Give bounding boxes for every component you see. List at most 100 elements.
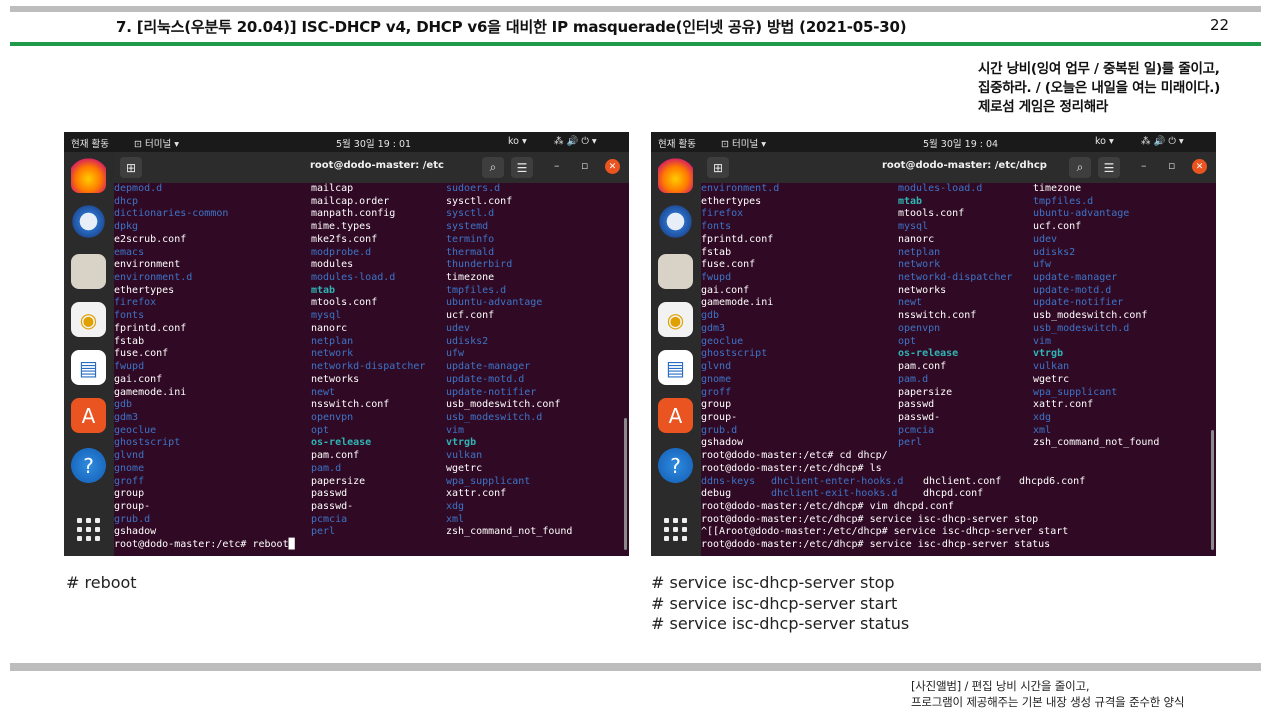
file-entry: pam.d (898, 373, 929, 385)
show-apps-icon[interactable] (664, 518, 688, 542)
terminal-line: root@dodo-master:/etc/dhcp# vim dhcpd.co… (701, 501, 1210, 514)
hamburger-menu-icon[interactable]: ☰ (1098, 157, 1120, 178)
terminal-scrollbar[interactable] (624, 418, 627, 550)
activities-button[interactable]: 현재 활동 (658, 136, 696, 150)
file-entry: dhclient-enter-hooks.d (771, 475, 904, 487)
terminal-line: gai.conf networks update-motd.d (114, 374, 623, 387)
minimize-icon[interactable]: – (554, 159, 560, 172)
terminal-app-menu[interactable]: ⊡ 터미널 ▾ (134, 136, 179, 150)
terminal-line: fuse.conf network ufw (114, 348, 623, 361)
file-entry: perl (898, 437, 923, 449)
file-entry: openvpn (311, 411, 354, 423)
file-entry: dpkg (114, 221, 139, 233)
file-entry: vulkan (1033, 361, 1070, 373)
file-entry: modprobe.d (311, 246, 372, 258)
dock: ◉ ▤ A? (64, 152, 114, 556)
terminal-line: fstab netplan udisks2 (114, 336, 623, 349)
maximize-icon[interactable]: ▫ (1168, 159, 1175, 172)
thunderbird-icon[interactable] (71, 204, 106, 239)
terminal-line: root@dodo-master:/etc# reboot█ (114, 539, 623, 552)
file-entry: nanorc (898, 233, 935, 245)
file-entry: mime.types (311, 221, 372, 233)
terminal-line: firefox mtools.conf ubuntu-advantage (114, 297, 623, 310)
close-icon[interactable]: ✕ (1192, 159, 1207, 174)
language-menu[interactable]: ko ▾ (1095, 136, 1114, 147)
system-tray[interactable]: ⁂ 🔊 ⏻ ▾ (554, 136, 597, 147)
file-entry: wpa_supplicant (446, 475, 531, 487)
rhythmbox-icon[interactable]: ◉ (71, 302, 106, 337)
file-entry: netplan (898, 246, 941, 258)
help-icon[interactable]: ? (71, 448, 106, 483)
clock[interactable]: 5월 30일 19 : 01 (336, 136, 411, 150)
search-icon[interactable]: ⌕ (1069, 157, 1091, 178)
file-entry: firefox (114, 297, 157, 309)
terminal-output[interactable]: depmod.d mailcap sudoers.d dhcp mailcap.orde… (114, 183, 623, 556)
file-entry: passwd (898, 399, 935, 411)
file-entry: xattr.conf (446, 488, 507, 500)
activities-button[interactable]: 현재 활동 (71, 136, 109, 150)
terminal-line: group passwd xattr.conf (701, 399, 1210, 412)
motto-line: 시간 낭비(잉여 업무 / 중복된 일)를 줄이고, (978, 61, 1220, 77)
terminal-line: environment.d modules-load.d timezone (701, 183, 1210, 196)
file-entry: mtools.conf (311, 297, 378, 309)
firefox-icon[interactable] (71, 158, 106, 193)
new-tab-icon[interactable]: ⊞ (707, 157, 729, 178)
terminal-line: dictionaries-common manpath.config sysctl.… (114, 208, 623, 221)
file-entry: dhclient.conf (923, 475, 1002, 487)
file-entry: gnome (701, 373, 732, 385)
files-icon[interactable] (71, 254, 106, 289)
file-entry: gdb (701, 310, 720, 322)
command-text: root@dodo-master:/etc/dhcp# vim dhcpd.co… (701, 500, 954, 512)
file-entry: environment.d (114, 272, 193, 284)
hamburger-menu-icon[interactable]: ☰ (511, 157, 533, 178)
footer-line: 프로그램이 제공해주는 기본 내장 생성 규격을 준수한 양식 (911, 694, 1185, 709)
terminal-scrollbar[interactable] (1211, 430, 1214, 550)
file-entry: udisks2 (1033, 246, 1076, 258)
file-entry: mysql (898, 221, 929, 233)
command-text: root@dodo-master:/etc/dhcp# ls (701, 462, 882, 474)
file-entry: e2scrub.conf (114, 233, 187, 245)
show-apps-icon[interactable] (77, 518, 101, 542)
terminal-line: gamemode.ini newt update-notifier (701, 297, 1210, 310)
terminal-line: grub.d pcmcia xml (114, 514, 623, 527)
file-entry: fwupd (701, 272, 732, 284)
software-center-icon[interactable]: A (71, 398, 106, 433)
file-entry: vulkan (446, 450, 483, 462)
clock[interactable]: 5월 30일 19 : 04 (923, 136, 998, 150)
terminal-output[interactable]: environment.d modules-load.d timezone ether… (701, 183, 1210, 556)
minimize-icon[interactable]: – (1141, 159, 1147, 172)
file-entry: pam.conf (311, 450, 360, 462)
file-entry: dhcpd.conf (923, 488, 984, 500)
system-tray[interactable]: ⁂ 🔊 ⏻ ▾ (1141, 136, 1184, 147)
new-tab-icon[interactable]: ⊞ (120, 157, 142, 178)
screenshot-dhcp-service: 현재 활동 ⊡ 터미널 ▾ 5월 30일 19 : 04 ko ▾ ⁂ 🔊 ⏻ ▾ ◉ ▤ A… (651, 132, 1216, 556)
terminal-line: ghostscript os-release vtrgb (114, 437, 623, 450)
writer-icon[interactable]: ▤ (658, 350, 693, 385)
language-menu[interactable]: ko ▾ (508, 136, 527, 147)
terminal-line: ^[[Aroot@dodo-master:/etc/dhcp# service … (701, 526, 1210, 539)
file-entry: dhclient-exit-hooks.d (771, 488, 898, 500)
close-icon[interactable]: ✕ (605, 159, 620, 174)
software-center-icon[interactable]: A (658, 398, 693, 433)
writer-icon[interactable]: ▤ (71, 350, 106, 385)
command-text: ^[[Aroot@dodo-master:/etc/dhcp# service … (701, 526, 1069, 538)
files-icon[interactable] (658, 254, 693, 289)
file-entry: papersize (311, 475, 366, 487)
firefox-icon[interactable] (658, 158, 693, 193)
terminal-line: grub.d pcmcia xml (701, 425, 1210, 438)
terminal-app-menu[interactable]: ⊡ 터미널 ▾ (721, 136, 766, 150)
file-entry: passwd- (898, 411, 941, 423)
file-entry: gshadow (701, 437, 744, 449)
file-entry: group- (114, 500, 151, 512)
file-entry: nanorc (311, 322, 348, 334)
maximize-icon[interactable]: ▫ (581, 159, 588, 172)
help-icon[interactable]: ? (658, 448, 693, 483)
thunderbird-icon[interactable] (658, 204, 693, 239)
file-entry: fwupd (114, 361, 145, 373)
search-icon[interactable]: ⌕ (482, 157, 504, 178)
page-title: 7. [리눅스(우분투 20.04)] ISC-DHCP v4, DHCP v6… (116, 18, 907, 36)
rhythmbox-icon[interactable]: ◉ (658, 302, 693, 337)
file-entry: modules (311, 259, 354, 271)
terminal-line: gdb nsswitch.conf usb_modeswitch.conf (114, 399, 623, 412)
terminal-line: root@dodo-master:/etc# cd dhcp/ (701, 450, 1210, 463)
